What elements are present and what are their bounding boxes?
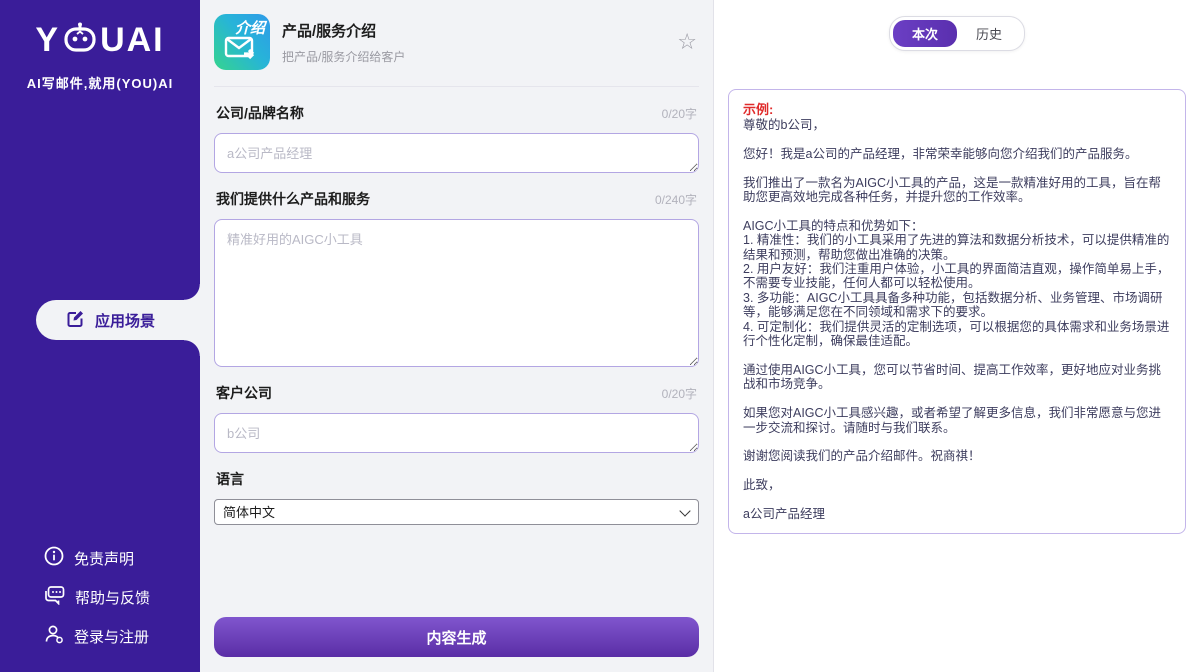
tab-current[interactable]: 本次 — [893, 20, 957, 47]
char-counter: 0/20字 — [662, 385, 697, 402]
app-logo: Y UAI — [0, 20, 200, 61]
char-counter: 0/240字 — [655, 191, 697, 208]
sidebar-item-scenarios[interactable]: 应用场景 — [36, 300, 200, 340]
curve-decoration-top — [184, 284, 200, 300]
edit-square-icon — [66, 309, 85, 332]
result-panel: 本次 历史 示例: 尊敬的b公司， 您好！我是a公司的产品经理，非常荣幸能够向您… — [714, 0, 1200, 672]
badge-label: 介绍 — [235, 21, 265, 36]
sidebar-item-label: 应用场景 — [95, 310, 155, 331]
page-title: 产品/服务介绍 — [282, 20, 405, 41]
sidebar-item-feedback[interactable]: 帮助与反馈 — [44, 585, 200, 609]
intro-app-badge-icon: 介绍 — [214, 14, 270, 70]
field-label-row: 我们提供什么产品和服务 0/240字 — [216, 189, 697, 209]
logo-text-left: Y — [35, 21, 60, 60]
result-tabs: 本次 历史 — [889, 16, 1025, 51]
user-icon — [44, 624, 64, 648]
char-counter: 0/20字 — [662, 105, 697, 122]
field-label-language: 语言 — [216, 469, 244, 489]
favorite-star-icon[interactable]: ☆ — [677, 31, 697, 53]
sidebar-item-label: 登录与注册 — [74, 626, 149, 647]
app-tagline: AI写邮件,就用(YOU)AI — [0, 73, 200, 92]
info-icon — [44, 546, 64, 570]
example-email-content: 尊敬的b公司， 您好！我是a公司的产品经理，非常荣幸能够向您介绍我们的产品服务。… — [743, 118, 1171, 521]
sidebar-item-label: 帮助与反馈 — [75, 587, 150, 608]
company-name-input[interactable] — [214, 133, 699, 173]
envelope-arrow-icon — [224, 36, 260, 67]
field-label-row: 客户公司 0/20字 — [216, 383, 697, 403]
example-label: 示例: — [743, 102, 1171, 117]
language-select-wrap: 简体中文 — [214, 499, 699, 525]
field-label-products: 我们提供什么产品和服务 — [216, 189, 370, 209]
feedback-chat-icon — [44, 585, 65, 609]
tab-history[interactable]: 历史 — [957, 20, 1021, 47]
curve-decoration-bottom — [184, 340, 200, 356]
field-label-row: 公司/品牌名称 0/20字 — [216, 103, 697, 123]
sidebar-item-label: 免责声明 — [74, 548, 134, 569]
sidebar: Y UAI AI写邮件,就用(YOU)AI 应用场景 — [0, 0, 200, 672]
form-header: 介绍 产品/服务介绍 把产品/服务介绍给客户 ☆ — [214, 0, 699, 87]
field-label-company: 公司/品牌名称 — [216, 103, 304, 123]
products-services-input[interactable] — [214, 219, 699, 367]
form-header-text: 产品/服务介绍 把产品/服务介绍给客户 — [282, 20, 405, 65]
field-label-row: 语言 — [216, 469, 697, 489]
field-label-client: 客户公司 — [216, 383, 272, 403]
client-company-input[interactable] — [214, 413, 699, 453]
sidebar-item-login[interactable]: 登录与注册 — [44, 624, 200, 648]
form-panel: 介绍 产品/服务介绍 把产品/服务介绍给客户 ☆ 公司/品牌名称 0/20字 我… — [200, 0, 714, 672]
language-select[interactable]: 简体中文 — [214, 499, 699, 525]
generate-content-button[interactable]: 内容生成 — [214, 617, 699, 657]
sidebar-footer: 免责声明 帮助与反馈 登录与注册 — [0, 546, 200, 648]
sidebar-item-disclaimer[interactable]: 免责声明 — [44, 546, 200, 570]
spacer — [214, 529, 699, 617]
logo-text-right: UAI — [100, 21, 165, 60]
result-example-box: 示例: 尊敬的b公司， 您好！我是a公司的产品经理，非常荣幸能够向您介绍我们的产… — [728, 89, 1186, 534]
page-subtitle: 把产品/服务介绍给客户 — [282, 48, 405, 65]
robot-logo-icon — [63, 20, 97, 61]
